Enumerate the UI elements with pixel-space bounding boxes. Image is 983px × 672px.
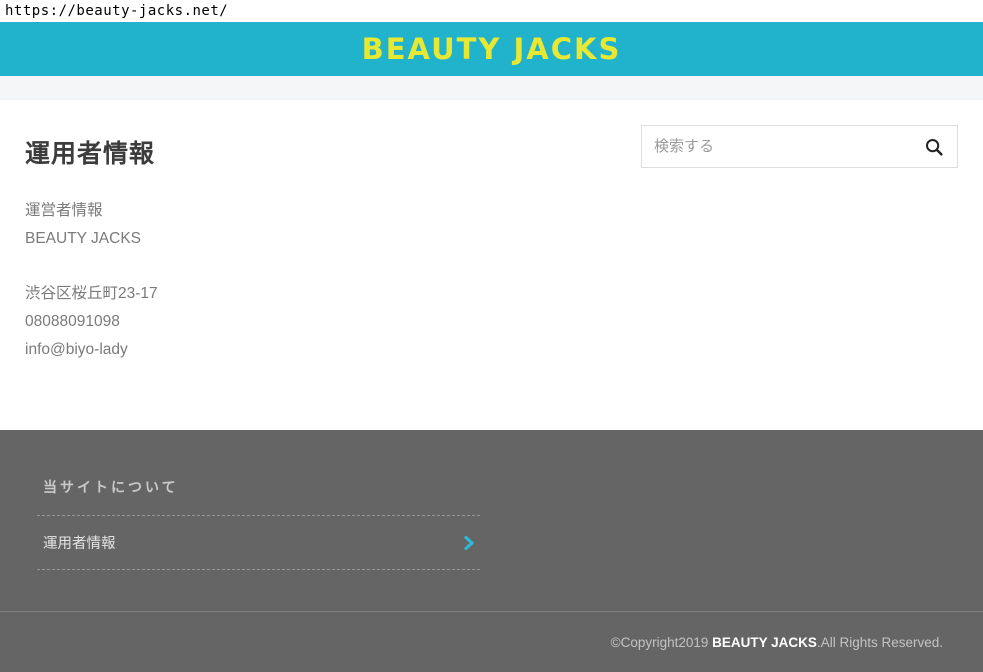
copyright-brand: BEAUTY JACKS <box>712 635 817 650</box>
footer: 当サイトについて 運用者情報 ©Copyright2019 BEAUTY JAC… <box>0 430 983 672</box>
copyright-prefix: ©Copyright2019 <box>611 635 713 650</box>
operator-info-block: 運営者情報 BEAUTY JACKS <box>25 197 958 253</box>
copyright-text: ©Copyright2019 BEAUTY JACKS.All Rights R… <box>611 635 943 650</box>
copyright-suffix: .All Rights Reserved. <box>817 635 943 650</box>
operator-label: 運営者情報 <box>25 197 958 225</box>
main-content: 運用者情報 運営者情報 BEAUTY JACKS 渋谷区桜丘町23-17 080… <box>0 100 983 430</box>
operator-name: BEAUTY JACKS <box>25 225 958 253</box>
operator-phone: 08088091098 <box>25 308 958 336</box>
search-input[interactable] <box>642 126 911 167</box>
operator-address: 渋谷区桜丘町23-17 <box>25 280 958 308</box>
footer-nav: 当サイトについて 運用者情報 <box>0 430 983 611</box>
url-bar: https://beauty-jacks.net/ <box>0 0 983 22</box>
footer-nav-item-label: 運用者情報 <box>43 532 116 553</box>
footer-nav-item-operator-info[interactable]: 運用者情報 <box>37 516 480 570</box>
contact-info-block: 渋谷区桜丘町23-17 08088091098 info@biyo-lady <box>25 280 958 364</box>
site-header: BEAUTY JACKS <box>0 22 983 76</box>
footer-nav-list: 運用者情報 <box>37 515 480 570</box>
page-url: https://beauty-jacks.net/ <box>5 3 228 19</box>
header-sub-strip <box>0 76 983 100</box>
operator-email: info@biyo-lady <box>25 336 958 364</box>
search-box <box>641 125 958 168</box>
site-logo[interactable]: BEAUTY JACKS <box>362 32 622 66</box>
chevron-right-icon <box>464 536 474 550</box>
copyright-bar: ©Copyright2019 BEAUTY JACKS.All Rights R… <box>0 611 983 672</box>
page-head: 運用者情報 <box>25 100 958 170</box>
search-button[interactable] <box>911 126 957 167</box>
footer-nav-heading: 当サイトについて <box>43 477 983 497</box>
search-icon <box>924 137 944 157</box>
page-title: 運用者情報 <box>25 134 155 170</box>
